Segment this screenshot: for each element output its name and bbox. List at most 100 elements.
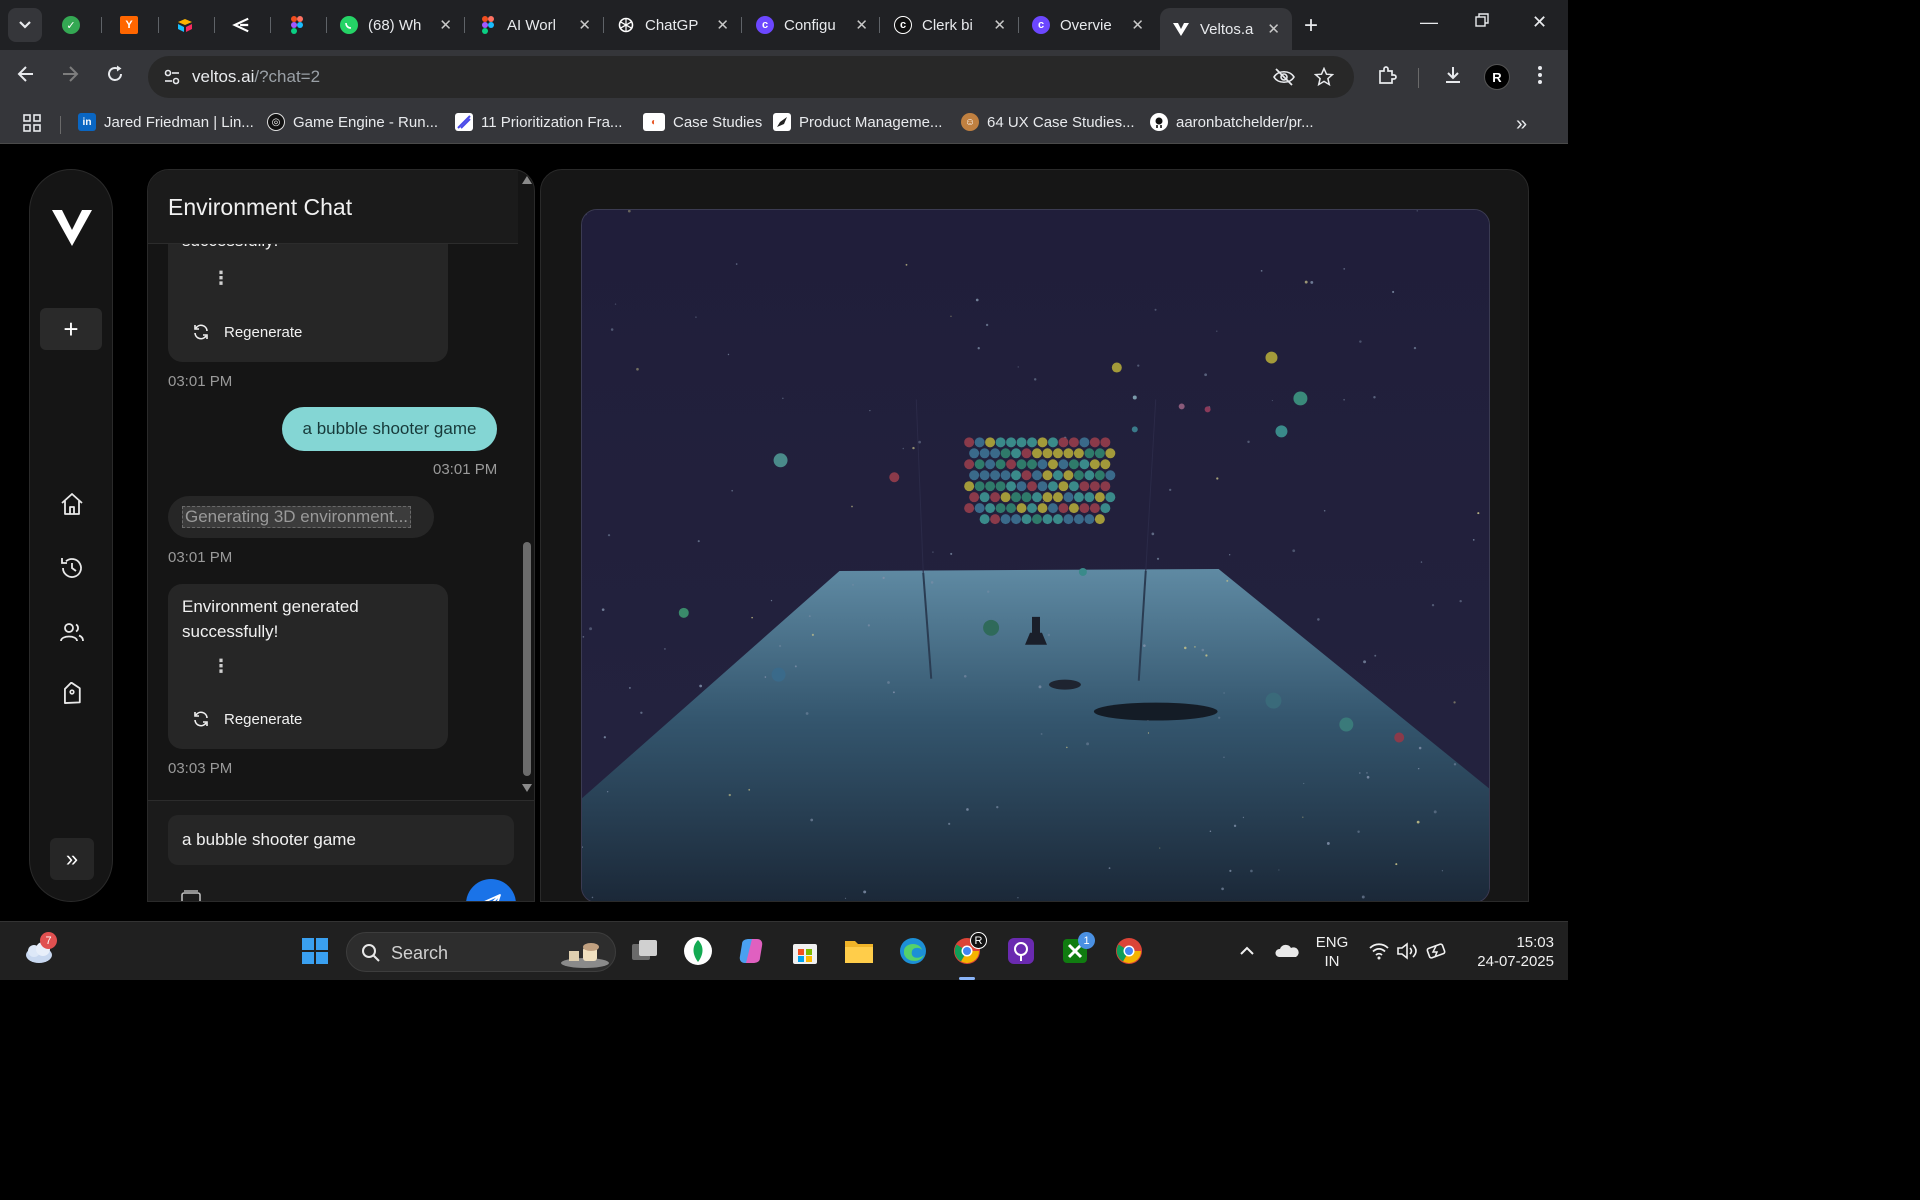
- apps-grid-icon[interactable]: [22, 113, 42, 133]
- close-tab-icon[interactable]: ✕: [578, 16, 591, 34]
- image-upload-icon[interactable]: [180, 889, 202, 902]
- task-view-icon[interactable]: [628, 934, 662, 968]
- microsoft-store-icon[interactable]: [788, 934, 822, 968]
- bookmark-star-icon[interactable]: [1313, 66, 1335, 93]
- star-particle: [1151, 532, 1155, 536]
- close-tab-icon[interactable]: ✕: [1267, 20, 1280, 38]
- file-explorer-icon[interactable]: [842, 934, 876, 968]
- bubble: [1011, 514, 1022, 525]
- bubble: [979, 514, 990, 525]
- bubble: [995, 503, 1006, 514]
- downloads-icon[interactable]: [1442, 64, 1464, 92]
- bookmark-item[interactable]: 11 Prioritization Fra...: [455, 113, 622, 131]
- star-particle: [1205, 654, 1208, 657]
- clock[interactable]: 15:03 24-07-2025: [1466, 933, 1554, 971]
- tab-whatsapp[interactable]: (68) Wh ✕: [340, 8, 452, 42]
- home-icon[interactable]: [58, 490, 86, 518]
- reload-button[interactable]: [105, 64, 125, 90]
- send-button[interactable]: [466, 879, 516, 901]
- regenerate-button[interactable]: Regenerate: [192, 710, 302, 728]
- back-button[interactable]: [16, 64, 36, 90]
- bookmark-item[interactable]: ◎ Game Engine - Run...: [267, 113, 438, 131]
- arrow-logo-icon: [232, 16, 250, 34]
- prompt-input[interactable]: [168, 815, 514, 865]
- tab-search-button[interactable]: [8, 8, 42, 42]
- expand-sidebar-button[interactable]: »: [50, 838, 94, 880]
- close-window-button[interactable]: ✕: [1532, 12, 1547, 33]
- chat-title: Environment Chat: [168, 194, 353, 220]
- new-tab-button[interactable]: +: [1304, 12, 1318, 40]
- url-text[interactable]: veltos.ai/?chat=2: [192, 67, 320, 87]
- start-windows-icon[interactable]: [298, 934, 332, 968]
- scroll-down-arrow-icon[interactable]: [522, 784, 532, 792]
- tab-configure[interactable]: c Configu ✕: [756, 8, 868, 42]
- star-particle: [811, 633, 814, 636]
- figma-icon: [479, 16, 497, 34]
- close-tab-icon[interactable]: ✕: [1131, 16, 1144, 34]
- chrome-menu-icon[interactable]: [1536, 64, 1544, 92]
- tab-4[interactable]: [232, 8, 262, 42]
- close-tab-icon[interactable]: ✕: [716, 16, 729, 34]
- floating-bubble: [1132, 395, 1137, 400]
- star-particle: [1302, 816, 1304, 818]
- message-timestamp: 03:01 PM: [433, 461, 498, 478]
- veltos-logo-icon[interactable]: [50, 206, 94, 250]
- mongodb-icon[interactable]: [681, 934, 715, 968]
- site-settings-icon[interactable]: [162, 67, 182, 87]
- history-icon[interactable]: [58, 554, 86, 582]
- copilot-icon[interactable]: [734, 934, 768, 968]
- more-bookmarks-chevron-icon[interactable]: »: [1516, 113, 1527, 136]
- scroll-up-arrow-icon[interactable]: [522, 176, 532, 184]
- tab-veltos-active[interactable]: Veltos.a ✕: [1160, 8, 1292, 50]
- new-chat-button[interactable]: +: [40, 308, 102, 350]
- chrome-profile-2-icon[interactable]: [1112, 934, 1146, 968]
- star-particle: [1042, 500, 1045, 503]
- bookmark-item[interactable]: Product Manageme...: [773, 113, 942, 131]
- bookmark-item[interactable]: ◐ Case Studies: [643, 113, 762, 131]
- star-particle: [810, 818, 814, 822]
- tab-1[interactable]: ✓: [62, 8, 92, 42]
- tag-icon[interactable]: [58, 682, 86, 710]
- scrollbar-thumb[interactable]: [523, 542, 531, 776]
- tab-chatgpt[interactable]: ChatGP ✕: [617, 8, 729, 42]
- message-options-icon[interactable]: ⋮: [212, 656, 230, 677]
- chevron-up-icon[interactable]: [1230, 934, 1264, 968]
- team-icon[interactable]: [58, 618, 86, 646]
- chat-scrollbar[interactable]: [521, 172, 533, 794]
- close-tab-icon[interactable]: ✕: [855, 16, 868, 34]
- tab-5[interactable]: [288, 8, 318, 42]
- tab-title: Veltos.a: [1200, 20, 1254, 38]
- bubble-shooter-3d-scene[interactable]: [581, 209, 1490, 902]
- volume-icon[interactable]: [1390, 934, 1424, 968]
- onedrive-icon[interactable]: [1270, 934, 1304, 968]
- close-tab-icon[interactable]: ✕: [993, 16, 1006, 34]
- tab-ai-world[interactable]: AI Worl ✕: [479, 8, 591, 42]
- tracking-protection-icon[interactable]: [1272, 67, 1296, 93]
- edge-icon[interactable]: [896, 934, 930, 968]
- star-particle: [966, 808, 969, 811]
- star-particle: [977, 347, 980, 350]
- floating-bubble: [983, 619, 1000, 636]
- tab-3[interactable]: [176, 8, 206, 42]
- tab-clerk-billing[interactable]: c Clerk bi ✕: [894, 8, 1006, 42]
- address-bar[interactable]: veltos.ai/?chat=2: [148, 56, 1354, 98]
- tab-2[interactable]: Y: [120, 8, 150, 42]
- profile-avatar[interactable]: R: [1484, 64, 1510, 90]
- message-options-icon[interactable]: ⋮: [212, 268, 230, 289]
- taskbar-search[interactable]: Search: [346, 932, 616, 972]
- regenerate-button[interactable]: Regenerate: [192, 323, 302, 341]
- restore-button[interactable]: [1474, 12, 1490, 33]
- bubble: [974, 437, 985, 448]
- battery-charging-icon[interactable]: [1420, 934, 1454, 968]
- chat-messages[interactable]: successfully! ⋮ Regenerate 03:01 PM a bu…: [148, 170, 518, 800]
- close-tab-icon[interactable]: ✕: [439, 16, 452, 34]
- bookmark-item[interactable]: aaronbatchelder/pr...: [1150, 113, 1314, 131]
- bookmark-item[interactable]: ☺ 64 UX Case Studies...: [961, 113, 1135, 131]
- extensions-icon[interactable]: [1376, 64, 1398, 92]
- minimize-button[interactable]: —: [1420, 12, 1438, 33]
- tab-overview[interactable]: c Overvie ✕: [1032, 8, 1144, 42]
- forward-button[interactable]: [60, 64, 80, 90]
- podcast-app-icon[interactable]: [1004, 934, 1038, 968]
- bookmark-item[interactable]: in Jared Friedman | Lin...: [78, 113, 254, 131]
- language-indicator[interactable]: ENG IN: [1312, 933, 1352, 971]
